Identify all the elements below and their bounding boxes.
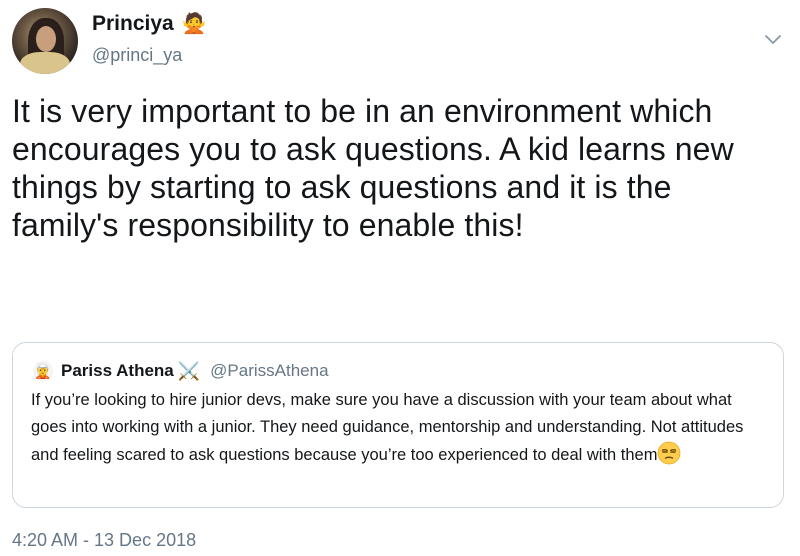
unamused-face-icon bbox=[658, 441, 681, 465]
author-display-name[interactable]: Princiya bbox=[92, 12, 174, 36]
avatar-face bbox=[36, 26, 56, 52]
author-avatar[interactable] bbox=[12, 8, 78, 74]
chevron-down-icon[interactable] bbox=[763, 30, 783, 50]
quoted-tweet-text: If you’re looking to hire junior devs, m… bbox=[31, 391, 744, 464]
quoted-author-avatar: 🧝 bbox=[33, 361, 53, 381]
quoted-tweet-card[interactable]: 🧝 Pariss Athena ⚔️ @ParissAthena If you’… bbox=[12, 342, 784, 508]
avatar-shirt bbox=[20, 52, 70, 74]
gesture-emoji-icon: 🙅 bbox=[181, 13, 207, 35]
author-name-row: Princiya 🙅 bbox=[92, 12, 207, 36]
quoted-tweet-header: 🧝 Pariss Athena ⚔️ @ParissAthena bbox=[33, 361, 329, 381]
crossed-swords-emoji-icon: ⚔️ bbox=[177, 361, 201, 381]
author-handle[interactable]: @princi_ya bbox=[92, 45, 182, 66]
quoted-tweet-text-block: If you’re looking to hire junior devs, m… bbox=[31, 387, 771, 469]
quoted-author-display-name: Pariss Athena bbox=[61, 361, 174, 380]
tweet-text: It is very important to be in an environ… bbox=[12, 93, 734, 243]
quoted-author-handle: @ParissAthena bbox=[210, 361, 329, 380]
tweet-timestamp[interactable]: 4:20 AM - 13 Dec 2018 bbox=[12, 530, 196, 551]
